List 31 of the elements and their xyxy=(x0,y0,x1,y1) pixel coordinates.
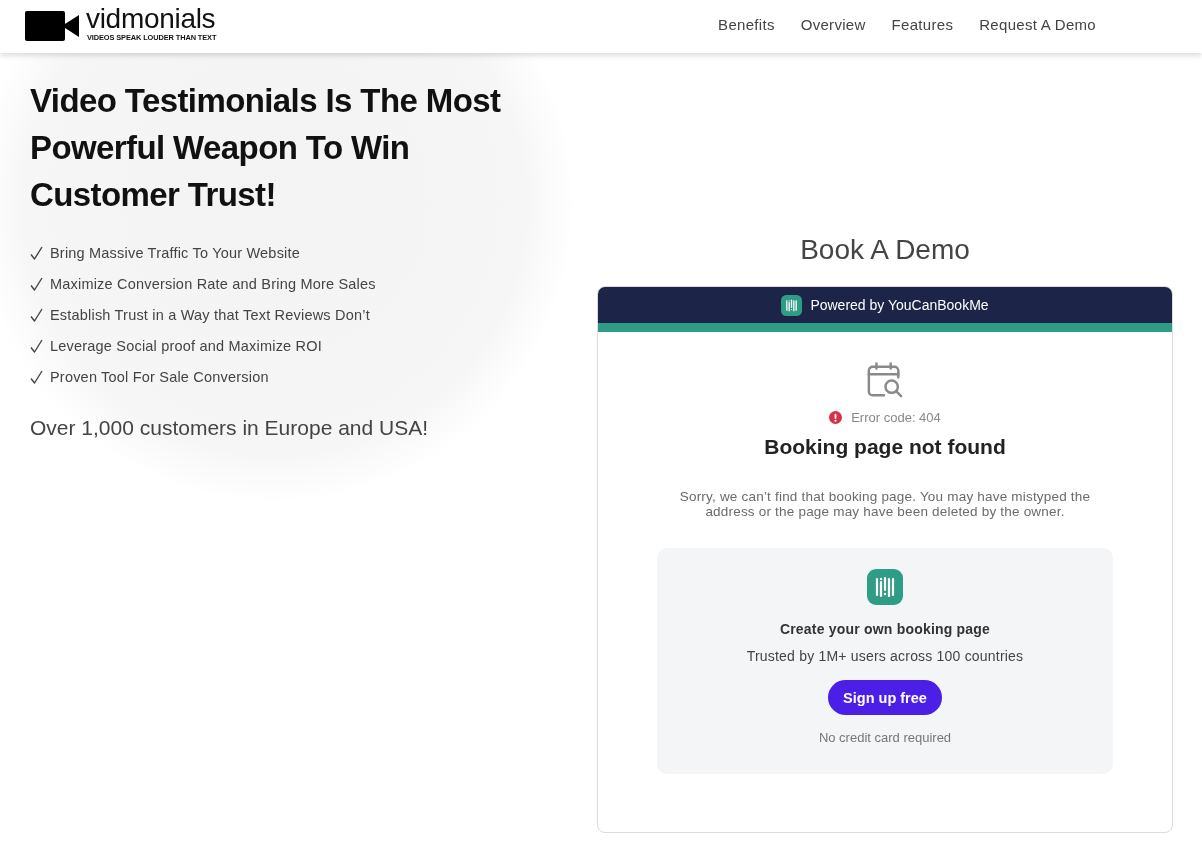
promo-title: Create your own booking page xyxy=(779,620,991,639)
check-icon xyxy=(30,245,43,260)
error-message: Sorry, we can’t find that booking page. You may have mistyped the address or the page may have been deleted by the owner. xyxy=(678,490,1092,519)
nav-link[interactable]: Benefits xyxy=(718,16,775,37)
check-icon xyxy=(30,338,43,353)
benefit-text: Establish Trust in a Way that Text Reviews Don’t xyxy=(50,306,370,323)
logo-wordmark: vidmonials xyxy=(86,5,217,33)
benefit-text: Maximize Conversion Rate and Bring More Sales xyxy=(50,275,376,292)
customers-note: Over 1,000 customers in Europe and USA! xyxy=(30,415,429,441)
check-icon xyxy=(30,276,43,291)
nav-link[interactable]: Request A Demo xyxy=(979,16,1096,37)
video-camera-icon xyxy=(25,11,79,41)
nav-link[interactable]: Features xyxy=(891,16,954,37)
benefit-text: Proven Tool For Sale Conversion xyxy=(50,368,269,385)
check-icon xyxy=(30,369,43,384)
error-icon xyxy=(829,410,843,424)
section-title: Book A Demo xyxy=(800,233,970,267)
promo-note: No credit card required xyxy=(818,729,952,747)
benefit-text: Bring Massive Traffic To Your Website xyxy=(50,244,300,261)
calendar-search-icon xyxy=(866,361,904,399)
nav-link[interactable]: Overview xyxy=(800,16,866,37)
hero-headline: Video Testimonials Is The Most Powerful Weapon To Win Customer Trust! xyxy=(30,81,502,215)
check-icon xyxy=(30,307,43,322)
bars-logo-icon xyxy=(867,569,903,605)
error-code: Error code: 404 xyxy=(851,409,941,425)
sign-up-button[interactable]: Sign up free xyxy=(828,680,942,715)
promo-subtitle: Trusted by 1M+ users across 100 countries xyxy=(746,647,1024,666)
bars-logo-icon xyxy=(781,294,803,316)
benefit-text: Leverage Social proof and Maximize ROI xyxy=(50,337,322,354)
powered-by-text: Powered by YouCanBookMe xyxy=(810,297,989,313)
error-title: Booking page not found xyxy=(764,434,1006,460)
